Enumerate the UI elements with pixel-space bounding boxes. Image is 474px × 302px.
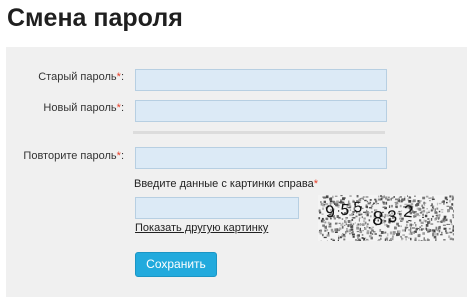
save-button[interactable]: Сохранить bbox=[135, 252, 217, 277]
refresh-captcha-link[interactable]: Показать другую картинку bbox=[135, 222, 268, 234]
captcha-char: 8 bbox=[372, 208, 384, 231]
page-title: Смена пароля bbox=[7, 4, 183, 32]
new-password-label: Новый пароль*: bbox=[43, 102, 124, 114]
required-mark: * bbox=[313, 178, 319, 190]
old-password-label: Старый пароль*: bbox=[38, 71, 124, 83]
captcha-field[interactable] bbox=[135, 197, 299, 219]
captcha-char: 9 bbox=[324, 202, 335, 222]
captcha-hint: Введите данные с картинки справа* bbox=[134, 178, 319, 190]
repeat-password-label: Повторите пароль*: bbox=[23, 150, 124, 162]
captcha-image: 9 5 5 8 3 2 bbox=[318, 195, 454, 241]
divider bbox=[133, 131, 385, 134]
captcha-char: 2 bbox=[403, 202, 414, 222]
old-password-field[interactable] bbox=[135, 69, 387, 91]
captcha-char: 5 bbox=[340, 202, 350, 220]
captcha-char: 3 bbox=[387, 207, 398, 227]
new-password-field[interactable] bbox=[135, 100, 387, 122]
repeat-password-field[interactable] bbox=[135, 147, 387, 169]
captcha-noise: 9 5 5 8 3 2 bbox=[318, 195, 454, 241]
captcha-char: 5 bbox=[353, 199, 363, 217]
